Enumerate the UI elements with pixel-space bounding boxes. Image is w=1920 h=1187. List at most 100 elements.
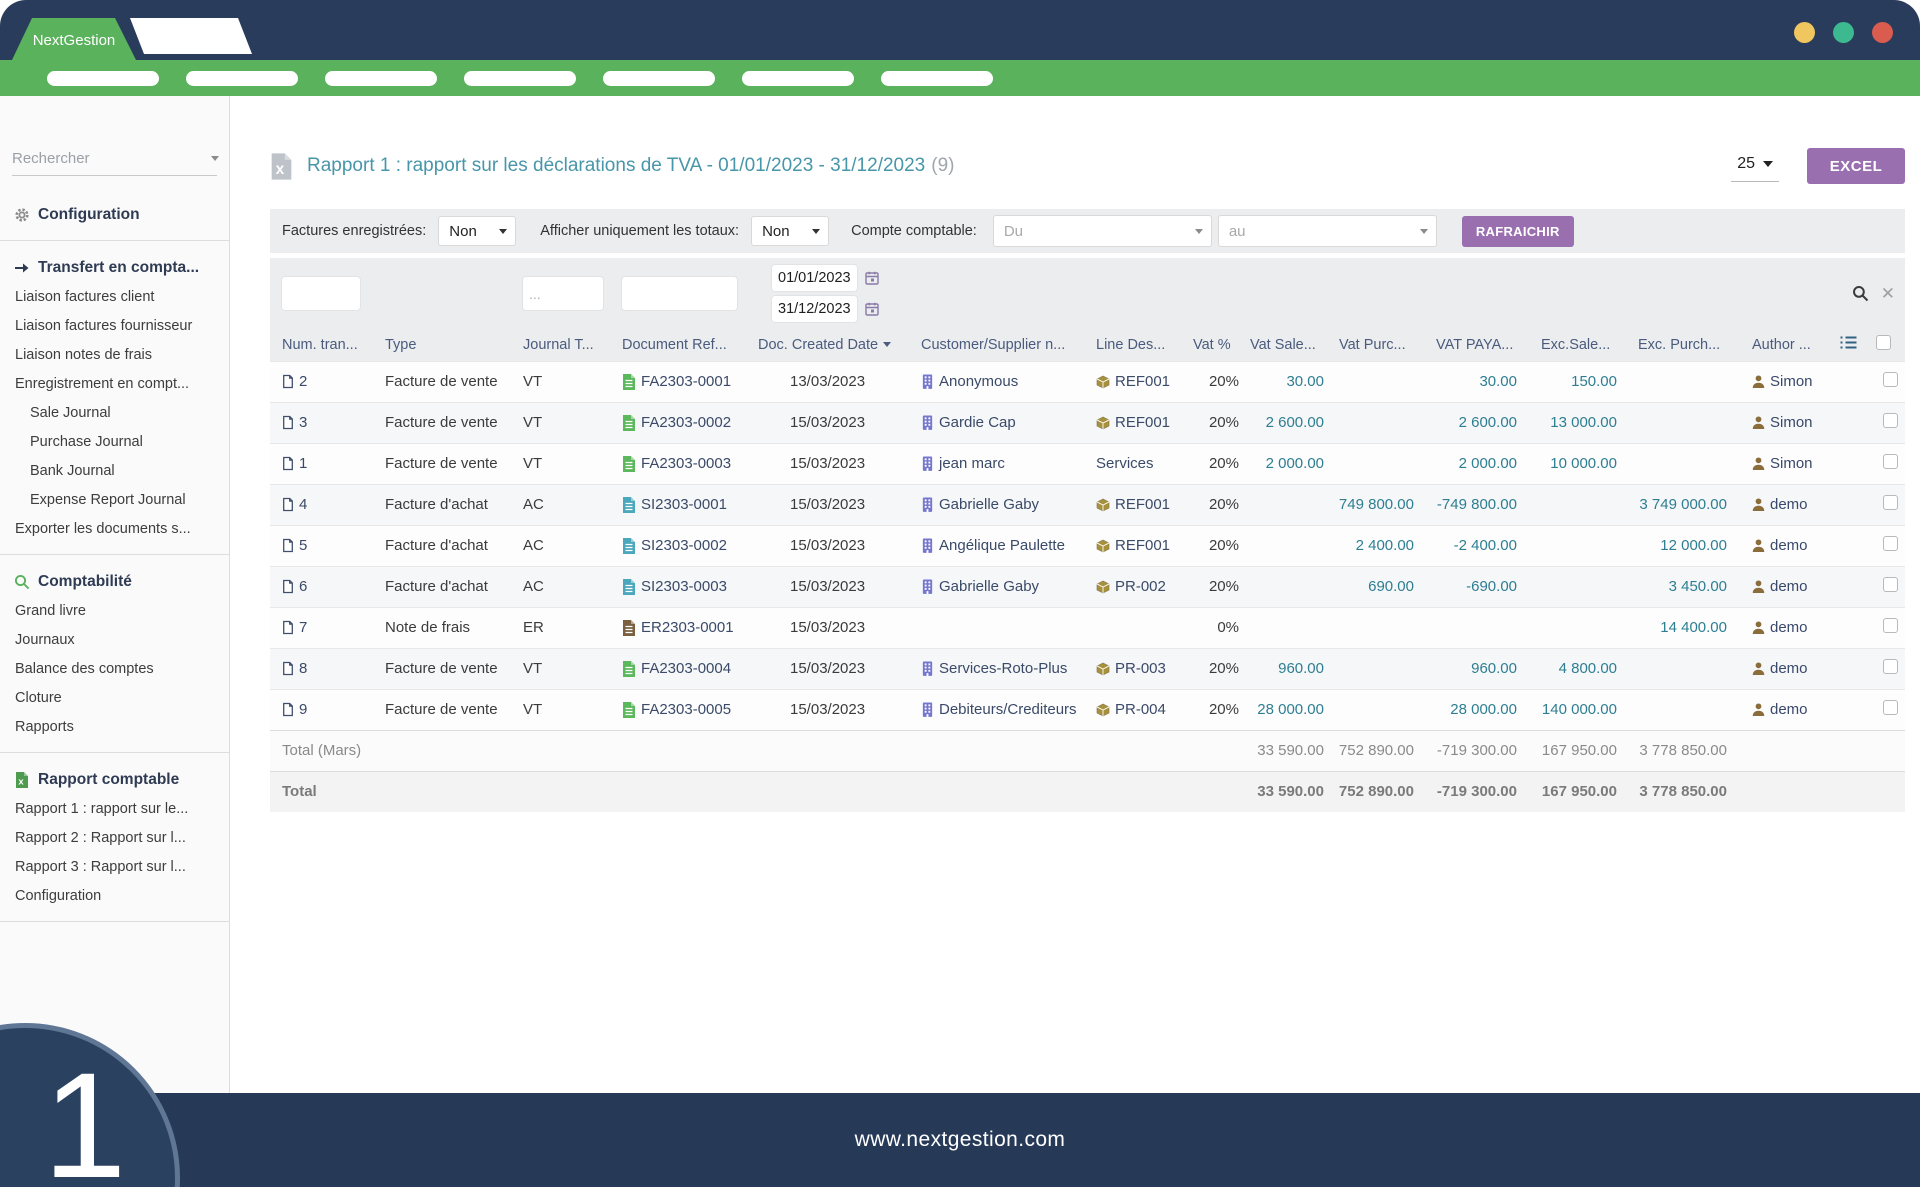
document-ref-link[interactable]: FA2303-0004: [641, 660, 731, 677]
col-exc-sale[interactable]: Exc.Sale...: [1523, 329, 1623, 361]
col-list-toggle[interactable]: [1840, 329, 1876, 361]
document-ref-link[interactable]: FA2303-0001: [641, 373, 731, 390]
sidebar-item[interactable]: Cloture: [0, 684, 229, 713]
sidebar-item[interactable]: Journaux: [0, 626, 229, 655]
sidebar-search-input[interactable]: [12, 150, 211, 167]
account-from-select[interactable]: Du: [993, 215, 1212, 247]
clear-filters-icon[interactable]: ✕: [1881, 285, 1895, 302]
totals-only-select[interactable]: Non: [751, 216, 829, 246]
col-type[interactable]: Type: [385, 329, 523, 361]
row-checkbox[interactable]: [1883, 577, 1898, 592]
line-description[interactable]: PR-002: [1115, 578, 1166, 595]
sidebar-item[interactable]: Rapport 3 : Rapport sur l...: [0, 853, 229, 882]
document-ref-link[interactable]: ER2303-0001: [641, 619, 734, 636]
line-description[interactable]: PR-004: [1115, 701, 1166, 718]
document-ref-filter-input[interactable]: [622, 277, 737, 310]
document-ref-link[interactable]: SI2303-0003: [641, 578, 727, 595]
sidebar-item[interactable]: Sale Journal: [0, 399, 229, 428]
col-line-desc[interactable]: Line Des...: [1090, 329, 1187, 361]
customer-link[interactable]: Gardie Cap: [939, 414, 1016, 431]
journal-filter-input[interactable]: [523, 277, 603, 310]
sidebar-item[interactable]: Liaison factures fournisseur: [0, 312, 229, 341]
sidebar-item[interactable]: Balance des comptes: [0, 655, 229, 684]
window-dot-red[interactable]: [1872, 22, 1893, 43]
excel-export-button[interactable]: EXCEL: [1807, 148, 1905, 184]
sidebar-item[interactable]: Rapports: [0, 713, 229, 742]
table-row[interactable]: 3 Facture de vente VT FA2303-0002 15/03/…: [270, 402, 1905, 443]
line-description[interactable]: REF001: [1115, 414, 1170, 431]
table-row[interactable]: 5 Facture d'achat AC SI2303-0002 15/03/2…: [270, 525, 1905, 566]
document-ref-link[interactable]: SI2303-0001: [641, 496, 727, 513]
row-checkbox[interactable]: [1883, 618, 1898, 633]
registered-invoices-select[interactable]: Non: [438, 216, 516, 246]
sidebar-item[interactable]: Liaison factures client: [0, 283, 229, 312]
line-description[interactable]: REF001: [1115, 496, 1170, 513]
num-filter-input[interactable]: [282, 277, 360, 310]
blank-tab[interactable]: [130, 18, 252, 54]
sidebar-item[interactable]: Configuration: [0, 882, 229, 911]
window-dot-yellow[interactable]: [1794, 22, 1815, 43]
document-ref-link[interactable]: FA2303-0003: [641, 455, 731, 472]
customer-link[interactable]: Gabrielle Gaby: [939, 578, 1039, 595]
table-row[interactable]: 7 Note de frais ER ER2303-0001 15/03/202…: [270, 607, 1905, 648]
col-document-ref[interactable]: Document Ref...: [622, 329, 758, 361]
table-row[interactable]: 2 Facture de vente VT FA2303-0001 13/03/…: [270, 361, 1905, 402]
sidebar-section-header[interactable]: Comptabilité: [0, 567, 229, 597]
line-description[interactable]: REF001: [1115, 537, 1170, 554]
customer-link[interactable]: jean marc: [939, 455, 1005, 472]
brand-tab[interactable]: NextGestion: [12, 18, 136, 60]
calendar-icon[interactable]: [865, 302, 879, 316]
sidebar-item[interactable]: Bank Journal: [0, 457, 229, 486]
col-vat-payable[interactable]: VAT PAYA...: [1420, 329, 1523, 361]
sidebar-item[interactable]: Expense Report Journal: [0, 486, 229, 515]
row-checkbox[interactable]: [1883, 659, 1898, 674]
window-dot-green[interactable]: [1833, 22, 1854, 43]
table-row[interactable]: 9 Facture de vente VT FA2303-0005 15/03/…: [270, 689, 1905, 730]
col-select-all[interactable]: [1876, 329, 1905, 361]
document-ref-link[interactable]: FA2303-0002: [641, 414, 731, 431]
document-ref-link[interactable]: SI2303-0002: [641, 537, 727, 554]
table-row[interactable]: 8 Facture de vente VT FA2303-0004 15/03/…: [270, 648, 1905, 689]
customer-link[interactable]: Services-Roto-Plus: [939, 660, 1067, 677]
sidebar-section-header[interactable]: Rapport comptable: [0, 765, 229, 795]
col-created-date[interactable]: Doc. Created Date: [758, 329, 921, 361]
line-description[interactable]: Services: [1096, 455, 1154, 472]
sidebar-item[interactable]: Purchase Journal: [0, 428, 229, 457]
sidebar-item[interactable]: Rapport 1 : rapport sur le...: [0, 795, 229, 824]
table-row[interactable]: 1 Facture de vente VT FA2303-0003 15/03/…: [270, 443, 1905, 484]
col-vat-pct[interactable]: Vat %: [1187, 329, 1245, 361]
document-ref-link[interactable]: FA2303-0005: [641, 701, 731, 718]
customer-link[interactable]: Debiteurs/Crediteurs: [939, 701, 1077, 718]
customer-link[interactable]: Angélique Paulette: [939, 537, 1065, 554]
col-journal[interactable]: Journal T...: [523, 329, 622, 361]
refresh-button[interactable]: RAFRAICHIR: [1462, 216, 1574, 247]
search-icon[interactable]: [1852, 285, 1869, 302]
col-vat-purchase[interactable]: Vat Purc...: [1330, 329, 1420, 361]
sidebar-item[interactable]: Grand livre: [0, 597, 229, 626]
col-vat-sale[interactable]: Vat Sale...: [1245, 329, 1330, 361]
select-all-checkbox[interactable]: [1876, 335, 1891, 350]
line-description[interactable]: REF001: [1115, 373, 1170, 390]
sidebar-search[interactable]: [12, 142, 217, 176]
row-checkbox[interactable]: [1883, 536, 1898, 551]
row-checkbox[interactable]: [1883, 413, 1898, 428]
sidebar-section-header[interactable]: Configuration: [0, 200, 229, 230]
row-checkbox[interactable]: [1883, 495, 1898, 510]
table-row[interactable]: 4 Facture d'achat AC SI2303-0001 15/03/2…: [270, 484, 1905, 525]
sidebar-item[interactable]: Liaison notes de frais: [0, 341, 229, 370]
customer-link[interactable]: Gabrielle Gaby: [939, 496, 1039, 513]
sidebar-item[interactable]: Exporter les documents s...: [0, 515, 229, 544]
row-checkbox[interactable]: [1883, 700, 1898, 715]
sidebar-item[interactable]: Rapport 2 : Rapport sur l...: [0, 824, 229, 853]
col-num-transaction[interactable]: Num. tran...: [270, 329, 385, 361]
table-row[interactable]: 6 Facture d'achat AC SI2303-0003 15/03/2…: [270, 566, 1905, 607]
calendar-icon[interactable]: [865, 271, 879, 285]
customer-link[interactable]: Anonymous: [939, 373, 1018, 390]
line-description[interactable]: PR-003: [1115, 660, 1166, 677]
date-from-input[interactable]: [772, 265, 857, 291]
col-customer-supplier[interactable]: Customer/Supplier n...: [921, 329, 1090, 361]
account-to-select[interactable]: au: [1218, 215, 1437, 247]
sidebar-item[interactable]: Enregistrement en compt...: [0, 370, 229, 399]
row-checkbox[interactable]: [1883, 454, 1898, 469]
col-author[interactable]: Author ...: [1733, 329, 1840, 361]
